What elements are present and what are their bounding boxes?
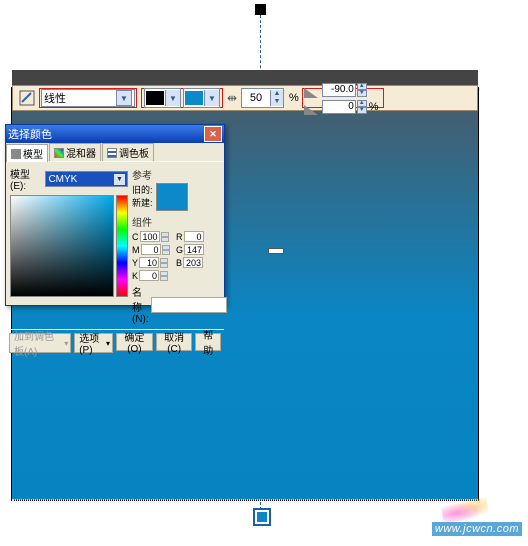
gradient-toolbar: 线性 ▼ ▼ ▼ ⇹ ▲▼ % -90.0 ▲▼ 0 ▲▼	[12, 85, 478, 111]
chevron-down-icon[interactable]: ▼	[204, 90, 219, 106]
angle-icon	[304, 82, 320, 98]
comp-key: K	[132, 271, 138, 281]
angle-value[interactable]: -90.0	[322, 83, 356, 97]
tab-label: 混和器	[66, 145, 96, 160]
swatch-black	[146, 91, 164, 105]
watermark-text: www.jcwcn.com	[432, 522, 522, 536]
comp-m-value[interactable]: 0	[141, 244, 161, 255]
start-color-swatch[interactable]: ▼	[144, 88, 181, 108]
spin-up-icon[interactable]: ▲	[357, 83, 367, 90]
tab-label: 模型	[23, 146, 43, 161]
midpoint-icon: ⇹	[225, 91, 239, 105]
comp-b-value[interactable]: 203	[183, 257, 203, 268]
gradient-end-handle[interactable]	[257, 512, 267, 522]
gradient-start-handle[interactable]	[255, 4, 266, 15]
color-components: C100 R0 M0 G147 Y10 B203 K0	[132, 231, 220, 281]
chevron-down-icon[interactable]: ▼	[116, 90, 132, 106]
add-to-palette-button: 加到调色板(A)	[9, 333, 71, 353]
chevron-down-icon[interactable]: ▼	[165, 90, 180, 106]
tab-palette[interactable]: 调色板	[102, 143, 154, 161]
edge-pad-value[interactable]: 0	[322, 100, 356, 114]
spin-down-icon[interactable]: ▼	[357, 90, 367, 97]
comp-key: C	[132, 232, 139, 242]
comp-key: R	[176, 232, 183, 242]
color-field[interactable]	[10, 195, 114, 297]
select-color-dialog: 选择颜色 ✕ 模型 混和器 调色板 模型(E): CMYK ▼ 参考	[5, 124, 225, 306]
tab-label: 调色板	[119, 145, 149, 160]
gradient-type-value: 线性	[44, 90, 66, 106]
dialog-titlebar[interactable]: 选择颜色 ✕	[6, 125, 224, 143]
spin-down-icon[interactable]: ▼	[357, 107, 367, 114]
options-button[interactable]: 选项(P)	[74, 333, 113, 353]
highlighted-color-stops-group: ▼ ▼	[141, 88, 223, 108]
comp-c-value[interactable]: 100	[140, 231, 160, 242]
name-label: 名称(N):	[132, 284, 149, 325]
dialog-tabs: 模型 混和器 调色板	[6, 143, 224, 162]
selection-edge-bottom	[12, 499, 480, 501]
percent-label: %	[289, 92, 299, 104]
components-label: 组件	[132, 214, 220, 229]
dialog-title: 选择颜色	[8, 126, 52, 142]
swatch-blue	[185, 91, 203, 105]
comp-key: M	[132, 245, 140, 255]
cancel-button[interactable]: 取消(C)	[156, 333, 192, 351]
end-color-swatch[interactable]: ▼	[183, 88, 220, 108]
dialog-footer: 加到调色板(A) 选项(P) 确定(O) 取消(C) 帮助	[6, 329, 224, 356]
new-label: 新建:	[132, 198, 153, 208]
gradient-type-select[interactable]: 线性 ▼	[41, 89, 135, 107]
spin-up-icon[interactable]: ▲	[270, 90, 283, 98]
comp-key: G	[176, 245, 183, 255]
comp-k-value[interactable]: 0	[139, 270, 159, 281]
gradient-tool-icon[interactable]	[17, 88, 37, 108]
midpoint-spinner[interactable]: ▲▼	[241, 88, 284, 108]
comp-g-value[interactable]: 147	[184, 244, 204, 255]
spin-down-icon[interactable]: ▼	[270, 98, 283, 106]
tab-model[interactable]: 模型	[6, 144, 48, 162]
comp-r-value[interactable]: 0	[184, 231, 204, 242]
chevron-down-icon[interactable]: ▼	[114, 174, 125, 185]
color-name-input[interactable]	[151, 297, 227, 313]
midpoint-value[interactable]	[242, 92, 270, 104]
color-model-value: CMYK	[48, 174, 77, 185]
spin-up-icon[interactable]: ▲	[357, 100, 367, 107]
help-button[interactable]: 帮助	[195, 333, 221, 351]
highlighted-gradient-type-group: 线性 ▼	[39, 88, 137, 108]
reference-swatch[interactable]	[156, 183, 188, 211]
old-label: 旧的:	[132, 185, 153, 195]
percent-label: %	[369, 101, 379, 113]
comp-key: Y	[132, 258, 138, 268]
highlighted-angle-group: -90.0 ▲▼ 0 ▲▼ %	[302, 88, 384, 108]
hue-slider[interactable]	[116, 195, 128, 297]
comp-key: B	[176, 258, 182, 268]
color-model-select[interactable]: CMYK ▼	[45, 171, 128, 187]
ok-button[interactable]: 确定(O)	[116, 333, 153, 351]
reference-label: 参考	[132, 167, 220, 182]
edge-pad-icon	[304, 99, 320, 115]
tab-mixer[interactable]: 混和器	[49, 143, 101, 161]
model-label: 模型(E):	[10, 166, 45, 192]
comp-y-value[interactable]: 10	[139, 257, 159, 268]
close-icon[interactable]: ✕	[204, 126, 222, 142]
gradient-midpoint-handle[interactable]	[268, 248, 284, 254]
